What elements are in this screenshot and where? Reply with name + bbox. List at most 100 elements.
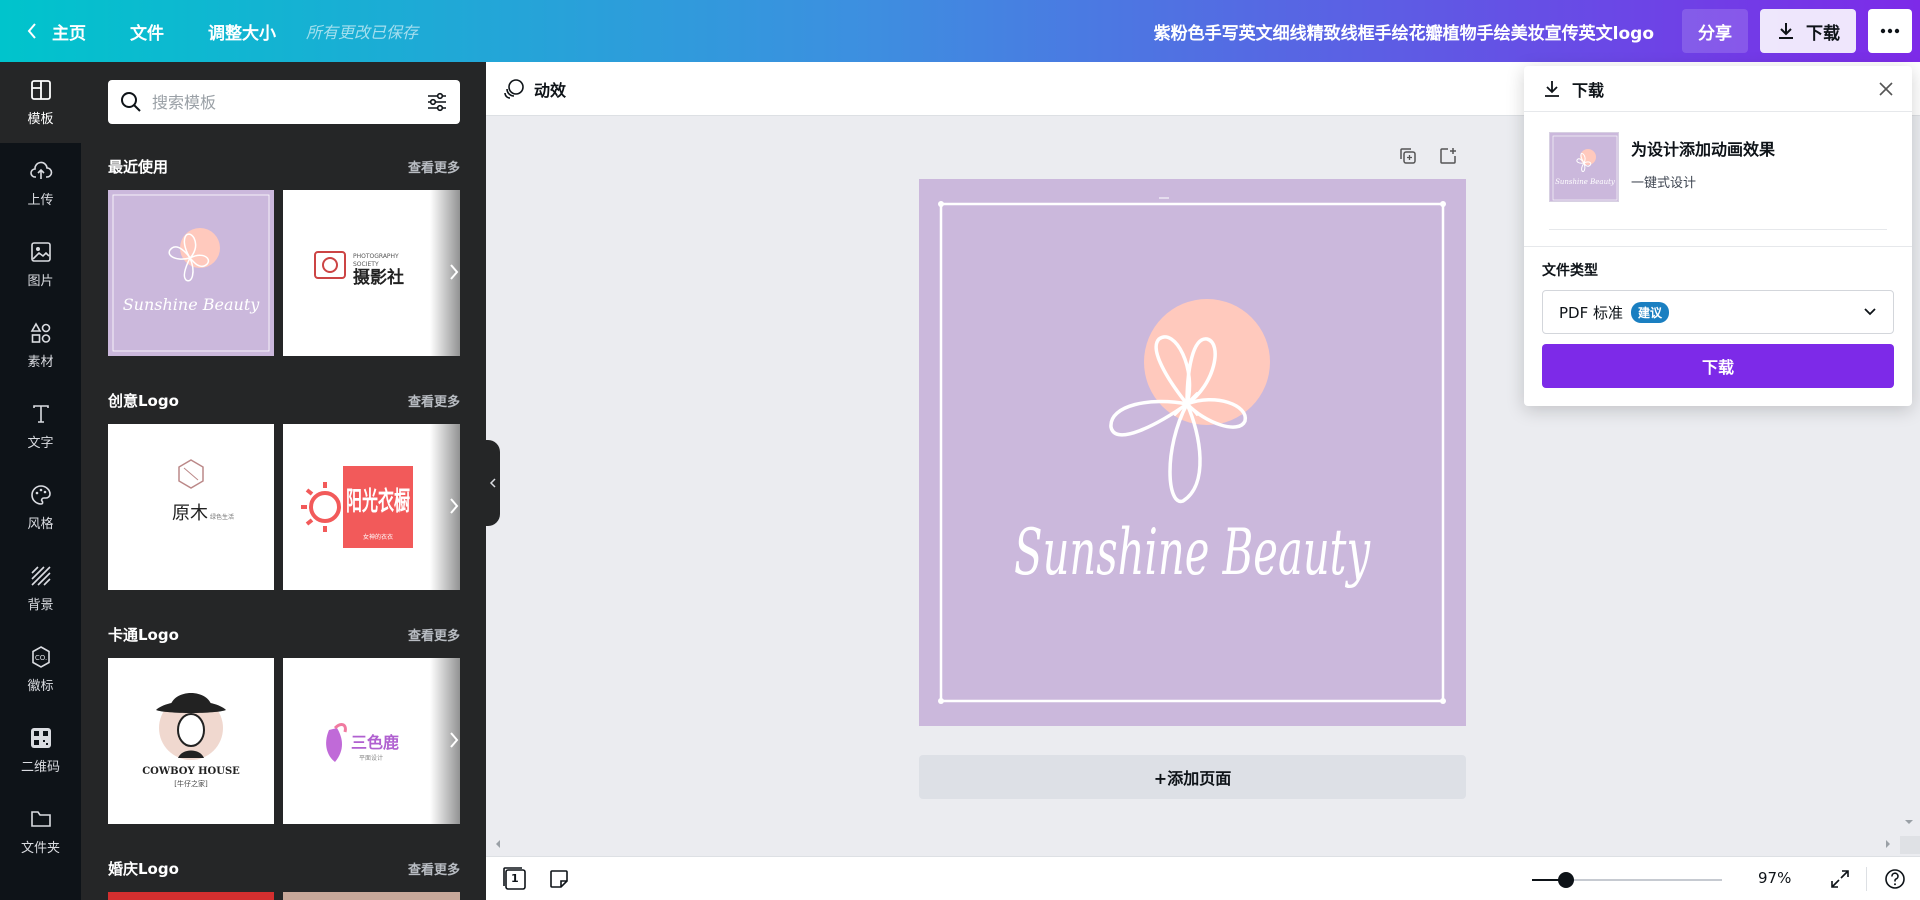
rail-item-templates[interactable]: 模板 — [0, 62, 81, 143]
thumb-sub: 平面设计 — [359, 754, 383, 762]
thumb-text: PHOTOGRAPHY — [353, 253, 399, 260]
template-thumb-three-color-deer[interactable]: 三色鹿 平面设计 — [283, 658, 460, 824]
rail-item-upload[interactable]: 上传 — [0, 143, 81, 224]
notes-button[interactable] — [544, 864, 574, 894]
section-wedding-logo: 婚庆Logo 查看更多 — [108, 856, 460, 900]
folder-icon — [30, 811, 51, 827]
section-title: 最近使用 — [108, 157, 169, 176]
thumb-text: 原木 — [172, 503, 208, 524]
file-type-select[interactable]: PDF 标准 建议 — [1542, 290, 1894, 334]
thumb-text: 三色鹿 — [351, 733, 399, 752]
template-thumb-cowboy[interactable]: COWBOY HOUSE [牛仔之家] — [108, 658, 274, 824]
file-menu-button[interactable]: 文件 — [108, 0, 186, 62]
rail-label: 徽标 — [27, 679, 54, 694]
template-icon — [30, 80, 51, 100]
template-search[interactable] — [108, 80, 460, 124]
scroll-down-icon[interactable] — [1904, 818, 1914, 826]
zoom-level[interactable]: 97% — [1758, 869, 1791, 887]
add-page-button[interactable]: +添加页面 — [919, 755, 1466, 799]
rail-item-background[interactable]: 背景 — [0, 548, 81, 629]
see-more-link[interactable]: 查看更多 — [408, 157, 460, 176]
preview-text: Sunshine Beauty — [1555, 178, 1616, 186]
animation-promo[interactable]: Sunshine Beauty 为设计添加动画效果 一键式设计 — [1524, 112, 1912, 229]
help-button[interactable] — [1881, 865, 1909, 893]
fullscreen-button[interactable] — [1826, 865, 1854, 893]
download-panel-title: 下载 — [1572, 80, 1605, 100]
download-panel: 下载 Sunshine Beauty 为设计添加动画效果 一键式设计 文件类型 — [1524, 66, 1912, 406]
rail-item-styles[interactable]: 风格 — [0, 467, 81, 548]
thumb-sub: [牛仔之家] — [174, 779, 208, 788]
file-type-label: 文件类型 — [1542, 263, 1598, 279]
download-icon — [1779, 23, 1793, 39]
logo-icon: CO. — [31, 646, 50, 668]
design-text[interactable]: Sunshine Beauty — [1014, 516, 1371, 590]
palette-icon — [30, 485, 51, 505]
animation-promo-title: 为设计添加动画效果 — [1631, 140, 1776, 159]
template-thumb-photography[interactable]: PHOTOGRAPHY SOCIETY 摄影社 — [283, 190, 460, 356]
thumb-sub: SOCIETY — [353, 261, 379, 268]
template-thumb-yuanmu[interactable]: 原木 绿色生活 — [108, 424, 274, 590]
see-more-link[interactable]: 查看更多 — [408, 391, 460, 410]
upload-icon — [29, 161, 52, 179]
thumb-main: 摄影社 — [353, 267, 404, 288]
thumb-sub: 绿色生活 — [210, 513, 234, 521]
design-canvas[interactable]: Sunshine Beauty — [919, 179, 1466, 726]
rail-item-text[interactable]: 文字 — [0, 386, 81, 467]
page-number-button[interactable]: 1 — [500, 864, 530, 894]
rail-item-qrcode[interactable]: 二维码 — [0, 710, 81, 791]
resize-button[interactable]: 调整大小 — [186, 0, 298, 62]
close-icon[interactable] — [1878, 81, 1894, 97]
template-thumb-sunshine[interactable]: Sunshine Beauty — [108, 190, 274, 356]
thumb-text: 阳光衣橱 — [346, 486, 410, 517]
scroll-left-icon — [496, 840, 500, 848]
side-rail: 模板 上传 图片 素材 文字 风格 背景 CO. 徽标 二维码 文件夹 — [0, 62, 81, 900]
document-title[interactable]: 紫粉色手写英文细线精致线框手绘花瓣植物手绘美妆宣传英文logo — [1154, 19, 1654, 44]
animate-button[interactable]: 动效 — [502, 77, 566, 101]
template-thumb-wedding-2[interactable] — [283, 892, 460, 900]
animate-label: 动效 — [534, 80, 567, 100]
add-page-icon[interactable] — [1438, 146, 1458, 166]
divider — [1524, 246, 1912, 247]
rail-item-logos[interactable]: CO. 徽标 — [0, 629, 81, 710]
download-button[interactable]: 下载 — [1760, 9, 1856, 53]
share-button[interactable]: 分享 — [1682, 9, 1748, 53]
home-button[interactable]: 主页 — [22, 0, 108, 62]
chevron-right-icon — [450, 264, 459, 280]
rail-item-folders[interactable]: 文件夹 — [0, 791, 81, 872]
scroll-right-button[interactable] — [442, 728, 466, 752]
top-bar: 主页 文件 调整大小 所有更改已保存 紫粉色手写英文细线精致线框手绘花瓣植物手绘… — [0, 0, 1920, 62]
bottom-bar: 1 97% — [486, 856, 1920, 900]
more-button[interactable] — [1868, 9, 1912, 53]
horizontal-scrollbar[interactable] — [486, 836, 1900, 852]
confirm-download-button[interactable]: 下载 — [1542, 344, 1894, 388]
template-thumb-wedding-1[interactable] — [108, 892, 274, 900]
scroll-right-button[interactable] — [442, 260, 466, 284]
thumb-text: Sunshine Beauty — [123, 295, 261, 314]
rail-item-elements[interactable]: 素材 — [0, 305, 81, 386]
animation-icon — [504, 78, 524, 99]
template-thumb-sunshine-wardrobe[interactable]: 阳光衣橱 女神的衣衣 — [283, 424, 460, 590]
duplicate-page-icon[interactable] — [1398, 146, 1418, 166]
design-blob[interactable] — [1144, 299, 1270, 425]
home-label: 主页 — [52, 23, 86, 44]
scroll-right-button[interactable] — [442, 494, 466, 518]
search-input[interactable] — [152, 92, 426, 112]
see-more-link[interactable]: 查看更多 — [408, 859, 460, 878]
rail-item-photos[interactable]: 图片 — [0, 224, 81, 305]
chevron-right-icon — [450, 498, 459, 514]
chevron-down-icon — [1864, 308, 1876, 316]
filter-icon[interactable] — [426, 91, 448, 113]
chevron-left-icon — [489, 478, 496, 488]
text-icon — [32, 405, 49, 423]
zoom-slider-handle[interactable] — [1557, 872, 1574, 888]
section-recent: 最近使用 查看更多 Sunshine Beauty PHOTOGRAPHY SO… — [108, 154, 460, 356]
section-title: 卡通Logo — [108, 625, 179, 644]
rail-label: 图片 — [27, 274, 54, 289]
collapse-panel-button[interactable] — [486, 440, 500, 526]
scroll-right-icon — [1886, 840, 1890, 848]
page-tools — [1398, 146, 1458, 166]
section-title: 创意Logo — [108, 391, 179, 410]
elements-icon — [30, 322, 50, 343]
recommended-badge: 建议 — [1631, 301, 1670, 323]
see-more-link[interactable]: 查看更多 — [408, 625, 460, 644]
